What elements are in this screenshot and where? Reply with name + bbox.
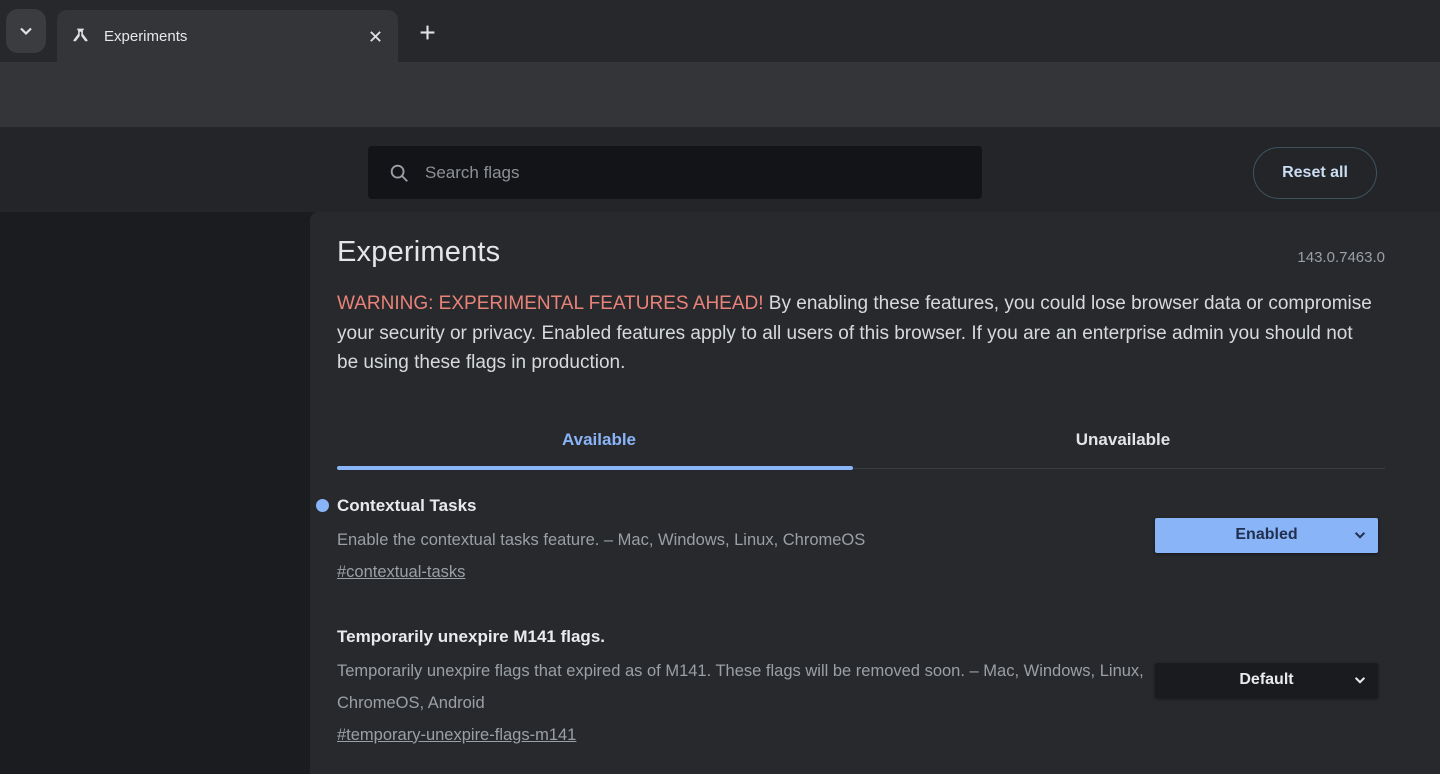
browser-tab[interactable]: Experiments [57, 10, 398, 62]
plus-icon [419, 24, 436, 41]
flags-page-header: Reset all [0, 127, 1440, 212]
tab-search-button[interactable] [6, 9, 46, 53]
close-tab-button[interactable] [362, 23, 388, 49]
warning-highlight: WARNING: EXPERIMENTAL FEATURES AHEAD! [337, 293, 764, 314]
flag-description: Enable the contextual tasks feature. – M… [337, 524, 1147, 556]
chevron-down-icon [1353, 528, 1367, 542]
tab-strip: Experiments [0, 0, 1440, 62]
reset-all-button[interactable]: Reset all [1253, 147, 1377, 199]
chevron-down-icon [18, 23, 34, 39]
search-icon [388, 162, 410, 184]
flag-value-label: Enabled [1155, 526, 1378, 544]
tab-title: Experiments [104, 28, 362, 45]
flags-search-input[interactable] [425, 163, 968, 183]
toolbar: Chrome chrome://flags [0, 62, 1440, 127]
title-row: Experiments 143.0.7463.0 [337, 236, 1385, 269]
version-label: 143.0.7463.0 [1297, 249, 1385, 269]
flag-value-select[interactable]: Default [1155, 663, 1378, 698]
tab-unavailable[interactable]: Unavailable [861, 418, 1385, 468]
selected-tab-indicator [337, 466, 853, 470]
flag-value-select[interactable]: Enabled [1155, 518, 1378, 553]
flag-row-temporary-unexpire-m141: Temporarily unexpire M141 flags. Tempora… [337, 626, 1385, 751]
page-title: Experiments [337, 236, 500, 269]
flags-tabs: Available Unavailable [337, 418, 1385, 469]
flag-row-contextual-tasks: Contextual Tasks Enable the contextual t… [337, 495, 1385, 588]
tab-available[interactable]: Available [337, 418, 861, 468]
new-tab-button[interactable] [412, 17, 442, 47]
flags-search-box[interactable] [368, 146, 982, 199]
flag-name: Contextual Tasks [337, 495, 1385, 517]
close-icon [369, 30, 382, 43]
flag-modified-dot [316, 499, 329, 512]
flag-permalink[interactable]: #temporary-unexpire-flags-m141 [337, 719, 576, 751]
flag-name: Temporarily unexpire M141 flags. [337, 626, 1385, 648]
warning-text: WARNING: EXPERIMENTAL FEATURES AHEAD! By… [337, 289, 1372, 378]
flask-icon [71, 27, 90, 46]
chevron-down-icon [1353, 673, 1367, 687]
flag-value-label: Default [1155, 671, 1378, 689]
flag-description: Temporarily unexpire flags that expired … [337, 655, 1147, 719]
flags-content-panel: Experiments 143.0.7463.0 WARNING: EXPERI… [310, 212, 1440, 774]
flag-permalink[interactable]: #contextual-tasks [337, 556, 465, 588]
